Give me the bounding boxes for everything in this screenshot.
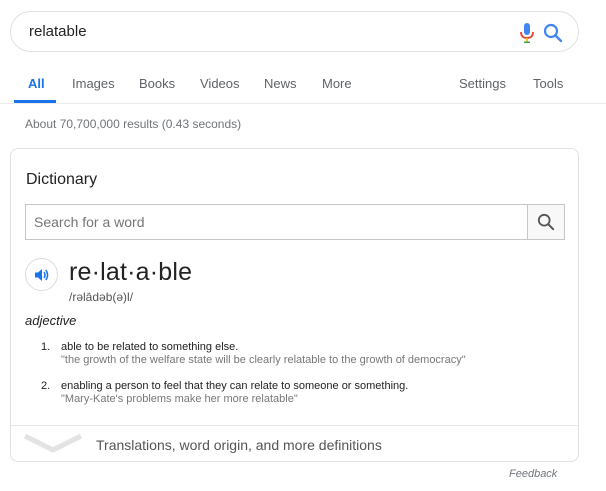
search-tabs: All Images Books Videos News More Settin… bbox=[0, 62, 606, 104]
mic-icon[interactable] bbox=[517, 22, 537, 44]
speaker-icon bbox=[34, 268, 48, 281]
more-definitions-expander[interactable]: Translations, word origin, and more defi… bbox=[11, 425, 578, 461]
tab-images[interactable]: Images bbox=[72, 76, 115, 91]
more-definitions-label: Translations, word origin, and more defi… bbox=[96, 437, 382, 453]
tab-books[interactable]: Books bbox=[139, 76, 175, 91]
search-icon bbox=[537, 213, 555, 231]
definition-number: 1. bbox=[41, 341, 51, 353]
search-bar[interactable]: relatable bbox=[10, 11, 579, 52]
search-query[interactable]: relatable bbox=[29, 23, 87, 40]
tab-all[interactable]: All bbox=[28, 76, 45, 91]
definition-list: 1. able to be related to something else.… bbox=[41, 341, 561, 419]
dictionary-title: Dictionary bbox=[26, 171, 98, 188]
tab-settings[interactable]: Settings bbox=[459, 76, 506, 91]
headword: re·lat·a·ble bbox=[69, 258, 193, 286]
part-of-speech: adjective bbox=[25, 313, 77, 328]
feedback-link[interactable]: Feedback bbox=[509, 468, 557, 480]
result-stats: About 70,700,000 results (0.43 seconds) bbox=[25, 117, 242, 131]
definition-number: 2. bbox=[41, 380, 51, 392]
pronunciation-button[interactable] bbox=[25, 258, 58, 291]
definition-example: "the growth of the welfare state will be… bbox=[61, 354, 466, 366]
chevron-down-icon bbox=[23, 433, 83, 453]
search-icon[interactable] bbox=[543, 23, 563, 43]
dictionary-search-field[interactable] bbox=[25, 204, 527, 240]
tab-tools[interactable]: Tools bbox=[533, 76, 563, 91]
dictionary-search-input[interactable] bbox=[26, 205, 527, 239]
active-tab-indicator bbox=[14, 100, 56, 103]
tab-news[interactable]: News bbox=[264, 76, 297, 91]
definition-example: "Mary-Kate's problems make her more rela… bbox=[61, 393, 298, 405]
definition-item: 1. able to be related to something else.… bbox=[41, 341, 561, 367]
definition-item: 2. enabling a person to feel that they c… bbox=[41, 380, 561, 406]
tab-more[interactable]: More bbox=[322, 76, 352, 91]
definition-text: able to be related to something else. bbox=[61, 341, 239, 353]
definition-text: enabling a person to feel that they can … bbox=[61, 380, 409, 392]
dictionary-card: Dictionary re·lat·a·ble /rəlādəb(ə)l/ ad… bbox=[10, 148, 579, 462]
dictionary-search-button[interactable] bbox=[527, 204, 565, 240]
phonetic-spelling: /rəlādəb(ə)l/ bbox=[69, 290, 134, 304]
tab-videos[interactable]: Videos bbox=[200, 76, 240, 91]
